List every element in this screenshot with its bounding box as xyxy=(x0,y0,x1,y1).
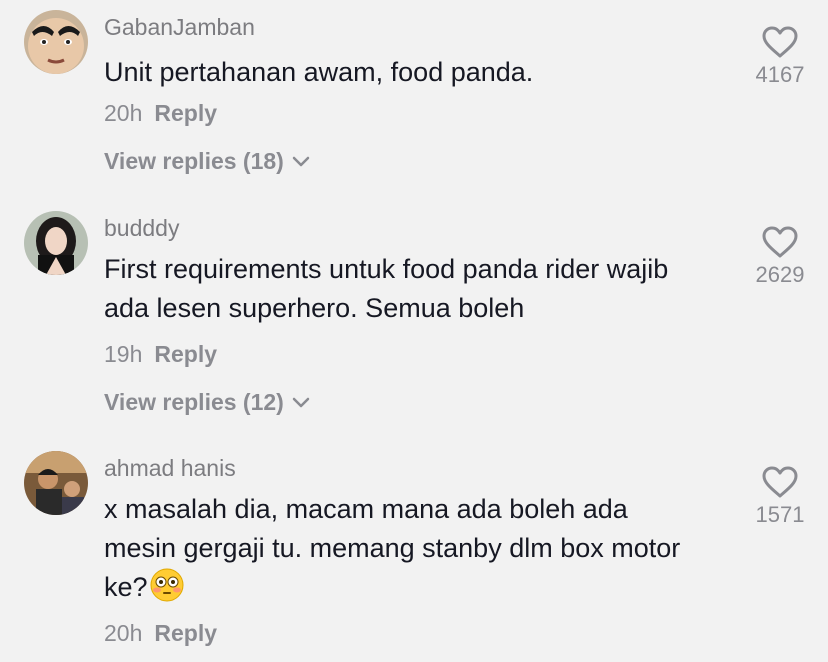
avatar[interactable] xyxy=(24,10,88,74)
like-count: 1571 xyxy=(755,502,805,527)
like-button[interactable]: 4167 xyxy=(740,26,820,88)
comment-text: x masalah dia, macam mana ada boleh ada … xyxy=(104,490,684,607)
username[interactable]: GabanJamban xyxy=(104,14,255,41)
view-replies-button[interactable]: View replies (18) xyxy=(104,148,310,175)
reply-button[interactable]: Reply xyxy=(154,620,217,646)
avatar[interactable] xyxy=(24,451,88,515)
view-replies-button[interactable]: View replies (12) xyxy=(104,389,310,416)
man-photo-avatar-icon xyxy=(24,451,88,515)
username[interactable]: ahmad hanis xyxy=(104,455,236,482)
flushed-face-icon xyxy=(150,568,184,602)
girl-photo-avatar-icon xyxy=(24,211,88,275)
comment-text: First requirements untuk food panda ride… xyxy=(104,254,669,323)
view-replies-label: View replies (12) xyxy=(104,389,284,415)
username[interactable]: budddy xyxy=(104,215,179,242)
heart-icon xyxy=(762,26,798,58)
like-count: 4167 xyxy=(755,62,805,87)
heart-icon xyxy=(762,466,798,498)
comment-text-body: x masalah dia, macam mana ada boleh ada … xyxy=(104,494,681,602)
reply-button[interactable]: Reply xyxy=(154,341,217,367)
like-count: 2629 xyxy=(755,262,805,287)
timestamp: 20h xyxy=(104,100,143,126)
chevron-down-icon xyxy=(292,156,310,166)
comment-meta: 20h Reply xyxy=(104,620,217,647)
comment-text: Unit pertahanan awam, food panda. xyxy=(104,57,534,87)
like-button[interactable]: 2629 xyxy=(740,226,820,288)
cartoon-face-avatar-icon xyxy=(24,10,88,74)
like-button[interactable]: 1571 xyxy=(740,466,820,528)
timestamp: 19h xyxy=(104,341,143,367)
timestamp: 20h xyxy=(104,620,143,646)
view-replies-label: View replies (18) xyxy=(104,148,284,174)
heart-icon xyxy=(762,226,798,258)
comment-meta: 19h Reply xyxy=(104,341,217,368)
comment-meta: 20h Reply xyxy=(104,100,217,127)
avatar[interactable] xyxy=(24,211,88,275)
chevron-down-icon xyxy=(292,397,310,407)
reply-button[interactable]: Reply xyxy=(154,100,217,126)
